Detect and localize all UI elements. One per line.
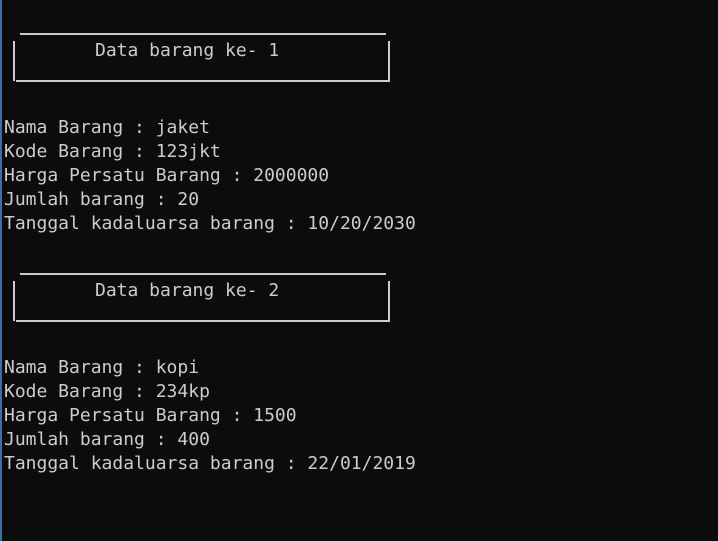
box-bottom-border — [16, 80, 390, 82]
record-header-box: Data barang ke- 1 — [8, 33, 390, 82]
item-code-line: Kode Barang : 234kp — [4, 381, 210, 402]
item-price-line: Harga Persatu Barang : 2000000 — [4, 165, 330, 186]
item-code-line: Kode Barang : 123jkt — [4, 141, 221, 162]
record-title: Data barang ke- 1 — [95, 40, 280, 61]
box-top-border — [20, 33, 386, 35]
box-right-border — [388, 41, 390, 81]
box-bottom-border — [16, 320, 390, 322]
item-name-line: Nama Barang : jaket — [4, 117, 210, 138]
box-left-border — [13, 281, 15, 321]
item-expiry-line: Tanggal kadaluarsa barang : 10/20/2030 — [4, 213, 416, 234]
item-price-line: Harga Persatu Barang : 1500 — [4, 405, 297, 426]
item-quantity-line: Jumlah barang : 400 — [4, 429, 210, 450]
window-left-border — [0, 0, 2, 541]
record-title: Data barang ke- 2 — [95, 280, 280, 301]
record-header-box: Data barang ke- 2 — [8, 273, 390, 322]
box-left-border — [13, 41, 15, 81]
box-top-border — [20, 273, 386, 275]
item-expiry-line: Tanggal kadaluarsa barang : 22/01/2019 — [4, 453, 416, 474]
console-output: Data barang ke- 1 Nama Barang : jaket Ko… — [4, 0, 718, 541]
box-right-border — [388, 281, 390, 321]
item-name-line: Nama Barang : kopi — [4, 357, 200, 378]
item-quantity-line: Jumlah barang : 20 — [4, 189, 200, 210]
